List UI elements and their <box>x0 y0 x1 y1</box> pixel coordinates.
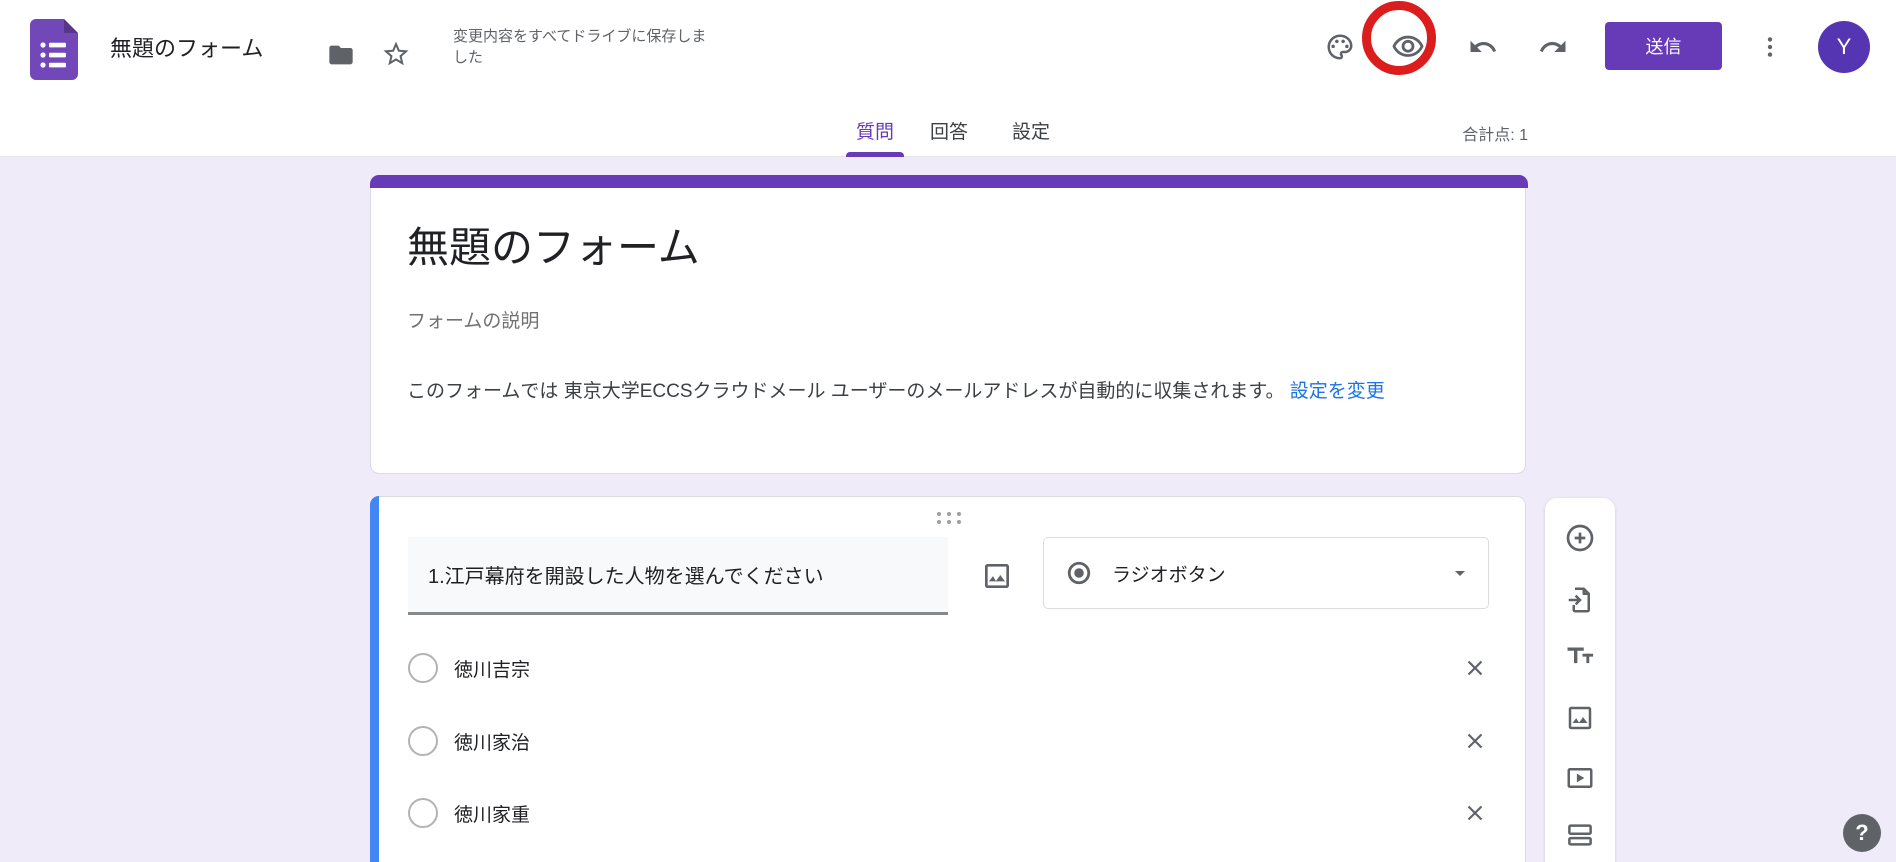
add-image-to-question-icon[interactable] <box>979 558 1015 594</box>
remove-option-icon[interactable] <box>1460 653 1490 683</box>
tab-questions[interactable]: 質問 <box>846 117 904 144</box>
drag-handle[interactable] <box>933 510 965 526</box>
form-header-card: 無題のフォーム フォームの説明 このフォームでは 東京大学ECCSクラウドメール… <box>370 175 1526 474</box>
side-toolbar <box>1545 498 1615 862</box>
option-label[interactable]: 徳川吉宗 <box>454 655 530 682</box>
change-settings-link[interactable]: 設定を変更 <box>1290 381 1385 402</box>
tab-responses[interactable]: 回答 <box>920 117 978 144</box>
email-collection-notice: このフォームでは 東京大学ECCSクラウドメール ユーザーのメールアドレスが自動… <box>407 376 1507 407</box>
redo-icon[interactable] <box>1537 31 1569 63</box>
account-avatar[interactable]: Y <box>1818 21 1870 73</box>
theme-palette-icon[interactable] <box>1324 31 1356 63</box>
form-description-field[interactable]: フォームの説明 <box>407 306 539 333</box>
selected-question-indicator <box>370 496 379 862</box>
chevron-down-icon <box>1448 561 1472 585</box>
email-notice-text: このフォームでは 東京大学ECCSクラウドメール ユーザーのメールアドレスが自動… <box>407 381 1285 402</box>
active-tab-indicator <box>846 152 904 157</box>
more-options-icon[interactable] <box>1754 31 1786 63</box>
option-row: 徳川家重 <box>408 797 1490 829</box>
form-accent-bar <box>370 175 1528 188</box>
radio-circle-icon <box>408 653 438 683</box>
option-label[interactable]: 徳川家重 <box>454 800 530 827</box>
add-image-icon[interactable] <box>1564 702 1596 734</box>
total-points-label: 合計点: 1 <box>1408 121 1528 145</box>
option-row: 徳川家治 <box>408 725 1490 757</box>
add-section-icon[interactable] <box>1564 819 1596 851</box>
save-status-text[interactable]: 変更内容をすべてドライブに保存しました <box>453 26 713 68</box>
undo-icon[interactable] <box>1467 31 1499 63</box>
preview-eye-icon[interactable] <box>1390 29 1426 65</box>
add-video-icon[interactable] <box>1564 762 1596 794</box>
question-type-dropdown[interactable]: ラジオボタン <box>1043 537 1489 609</box>
radio-circle-icon <box>408 798 438 828</box>
forms-logo-icon[interactable] <box>30 19 78 80</box>
document-title[interactable]: 無題のフォーム <box>110 31 263 63</box>
radio-circle-icon <box>408 726 438 756</box>
tab-settings[interactable]: 設定 <box>1002 117 1060 144</box>
star-icon[interactable] <box>380 38 412 70</box>
move-folder-icon[interactable] <box>326 40 356 70</box>
app-header: 無題のフォーム 変更内容をすべてドライブに保存しました 送信 Y 質問 回答 設… <box>0 0 1896 157</box>
remove-option-icon[interactable] <box>1460 726 1490 756</box>
add-question-icon[interactable] <box>1564 522 1596 554</box>
form-title-field[interactable]: 無題のフォーム <box>407 214 700 275</box>
question-type-label: ラジオボタン <box>1112 560 1226 587</box>
send-button[interactable]: 送信 <box>1605 22 1722 70</box>
import-questions-icon[interactable] <box>1564 584 1596 616</box>
help-button[interactable]: ? <box>1843 814 1881 852</box>
radio-type-icon <box>1066 560 1092 586</box>
remove-option-icon[interactable] <box>1460 798 1490 828</box>
add-title-text-icon[interactable] <box>1564 639 1596 671</box>
option-row: 徳川吉宗 <box>408 652 1490 684</box>
question-title-input[interactable]: 1.江戸幕府を開設した人物を選んでください <box>408 537 948 615</box>
option-label[interactable]: 徳川家治 <box>454 728 530 755</box>
question-card: 1.江戸幕府を開設した人物を選んでください ラジオボタン 徳川吉宗 徳川家治 徳… <box>370 496 1526 862</box>
